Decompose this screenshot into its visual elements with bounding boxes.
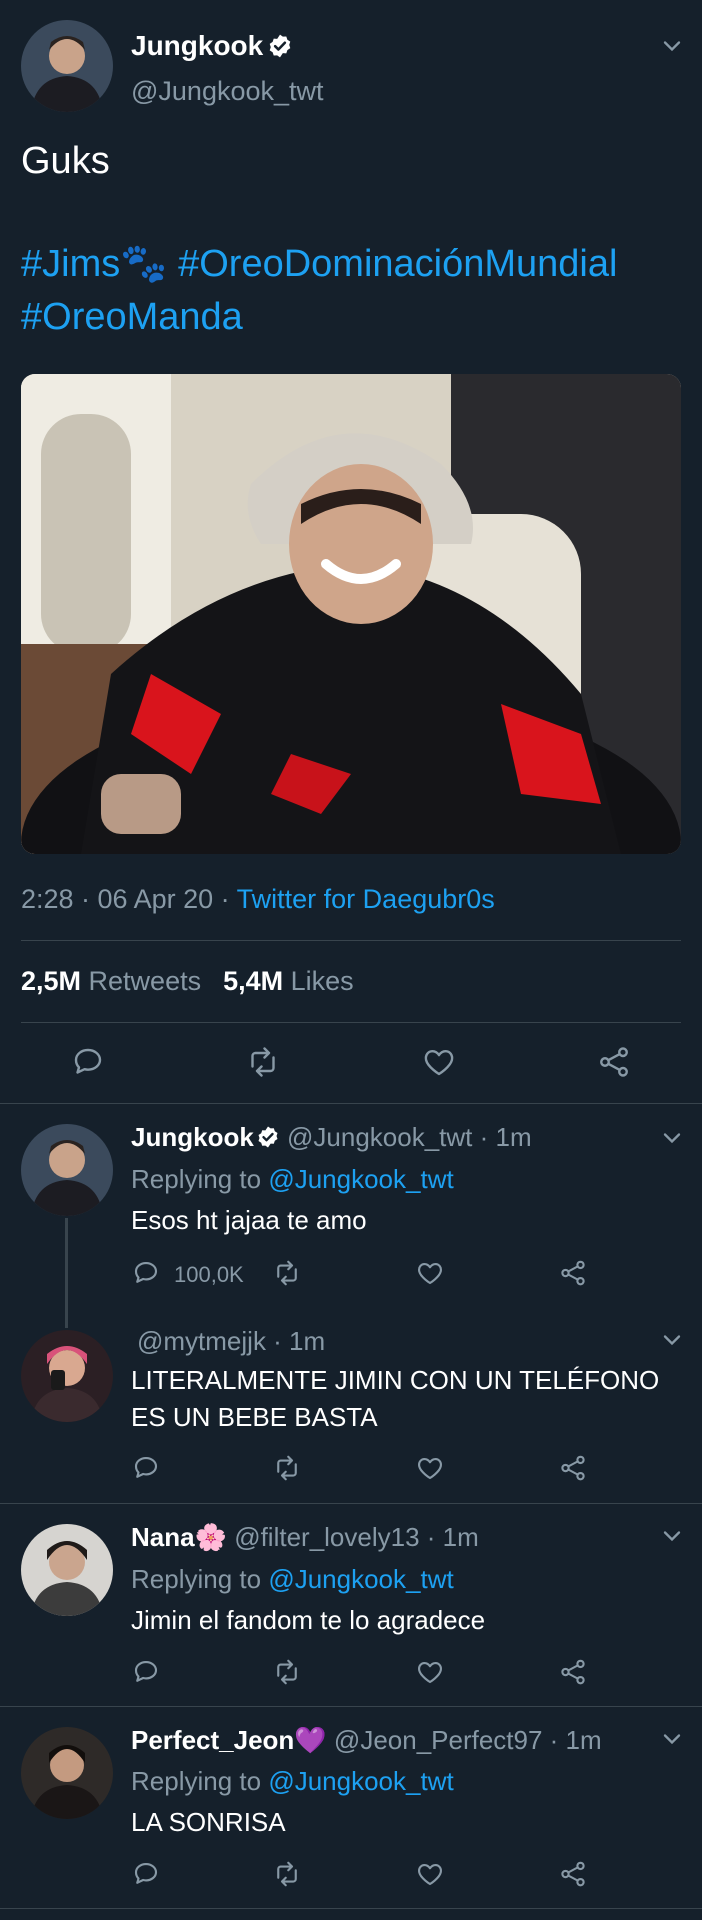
divider [0, 1908, 702, 1909]
reply-icon[interactable] [131, 1453, 161, 1483]
heart-icon[interactable] [415, 1657, 445, 1687]
replying-to-label: Replying to [131, 1164, 269, 1194]
reply-count: 100,0K [174, 1262, 244, 1287]
likes-label: Likes [283, 966, 354, 996]
reply-icon[interactable] [70, 1044, 106, 1080]
share-icon[interactable] [596, 1044, 632, 1080]
reply-handle[interactable]: @filter_lovely13 · 1m [234, 1522, 479, 1552]
chevron-down-icon[interactable] [658, 1725, 686, 1753]
reply-text-line1: LITERALMENTE JIMIN CON UN TELÉFONO [131, 1365, 660, 1395]
reply-avatar[interactable] [21, 1727, 113, 1819]
tweet-timestamp[interactable]: 2:28 · 06 Apr 20 · [21, 884, 237, 914]
share-icon[interactable] [558, 1258, 588, 1288]
divider [0, 1103, 702, 1104]
reply-handle[interactable]: @mytmejjk · 1m [137, 1326, 325, 1357]
author-avatar[interactable] [21, 20, 113, 112]
reply-text-line2: ES UN BEBE BASTA [131, 1402, 378, 1432]
share-icon[interactable] [558, 1859, 588, 1889]
author-name[interactable]: Jungkook [131, 30, 263, 61]
retweets-label: Retweets [81, 966, 202, 996]
retweet-icon[interactable] [272, 1657, 302, 1687]
retweet-icon[interactable] [245, 1044, 281, 1080]
retweets-stat[interactable]: 2,5M Retweets [21, 966, 201, 996]
divider [21, 940, 681, 941]
likes-count: 5,4M [223, 966, 284, 996]
reply-author-name[interactable]: Nana🌸 [131, 1522, 227, 1552]
heart-icon[interactable] [421, 1044, 457, 1080]
chevron-down-icon[interactable] [658, 1124, 686, 1152]
thread-connector [65, 1218, 68, 1328]
share-icon[interactable] [558, 1657, 588, 1687]
tweet-text: Guks [21, 140, 110, 182]
reply-icon[interactable] [131, 1258, 161, 1288]
verified-badge-icon [256, 1125, 280, 1149]
replying-to-label: Replying to [131, 1564, 269, 1594]
replying-to-handle[interactable]: @Jungkook_twt [268, 1164, 453, 1194]
tweet-photo[interactable] [21, 374, 681, 854]
reply-icon[interactable] [131, 1859, 161, 1889]
author-handle[interactable]: @Jungkook_twt [131, 76, 324, 107]
chevron-down-icon[interactable] [658, 32, 686, 60]
reply-icon[interactable] [131, 1657, 161, 1687]
reply-text: Esos ht jajaa te amo [131, 1205, 367, 1235]
heart-icon[interactable] [415, 1859, 445, 1889]
engagement-stats: 2,5M Retweets 5,4M Likes [21, 966, 354, 997]
share-icon[interactable] [558, 1453, 588, 1483]
reply-handle[interactable]: @Jeon_Perfect97 · 1m [334, 1725, 602, 1755]
replying-to-handle[interactable]: @Jungkook_twt [268, 1564, 453, 1594]
reply-avatar[interactable] [21, 1524, 113, 1616]
reply-avatar[interactable] [21, 1330, 113, 1422]
retweets-count: 2,5M [21, 966, 82, 996]
reply-text: LA SONRISA [131, 1807, 286, 1837]
verified-badge-icon [267, 33, 293, 59]
divider [0, 1706, 702, 1707]
retweet-icon[interactable] [272, 1453, 302, 1483]
reply-author-name[interactable]: Perfect_Jeon💜 [131, 1725, 327, 1755]
chevron-down-icon[interactable] [658, 1326, 686, 1354]
replying-to-label: Replying to [131, 1766, 269, 1796]
likes-stat[interactable]: 5,4M Likes [223, 966, 354, 996]
chevron-down-icon[interactable] [658, 1522, 686, 1550]
retweet-icon[interactable] [272, 1258, 302, 1288]
reply-avatar[interactable] [21, 1124, 113, 1216]
reply-author-name[interactable]: Jungkook [131, 1122, 254, 1152]
reply-handle[interactable]: @Jungkook_twt · 1m [287, 1122, 532, 1152]
divider [21, 1022, 681, 1023]
heart-icon[interactable] [415, 1453, 445, 1483]
replying-to-handle[interactable]: @Jungkook_twt [268, 1766, 453, 1796]
retweet-icon[interactable] [272, 1859, 302, 1889]
tweet-source[interactable]: Twitter for Daegubr0s [237, 884, 495, 914]
divider [0, 1503, 702, 1504]
reply-text: Jimin el fandom te lo agradece [131, 1605, 486, 1635]
heart-icon[interactable] [415, 1258, 445, 1288]
tweet-hashtags-line1[interactable]: #Jims🐾 #OreoDominaciónMundial [21, 242, 617, 286]
tweet-hashtags-line2[interactable]: #OreoManda [21, 296, 243, 339]
